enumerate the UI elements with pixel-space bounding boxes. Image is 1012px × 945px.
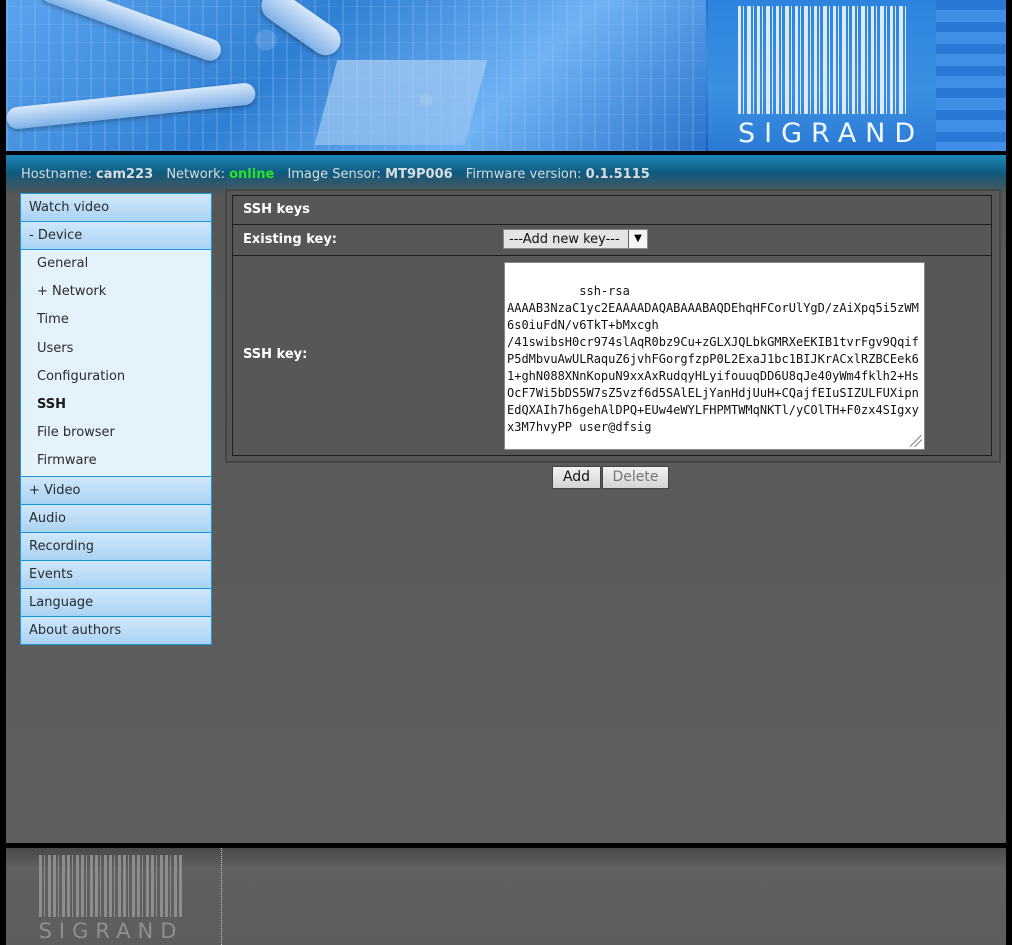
sidebar-item-about-authors[interactable]: About authors — [21, 616, 211, 644]
footer: SIGRAND — [6, 848, 1006, 945]
ssh-key-label: SSH key: — [243, 347, 308, 362]
header-banner: SIGRAND — [6, 0, 1006, 151]
header-stripes — [936, 0, 1006, 151]
brand-name: SIGRAND — [738, 118, 925, 149]
sidebar-item-users[interactable]: Users — [21, 334, 211, 363]
sidebar-item-file-browser[interactable]: File browser — [21, 419, 211, 448]
existing-key-select[interactable]: ---Add new key--- ▼ — [503, 229, 648, 249]
ssh-key-row: SSH key: ssh-rsa AAAAB3NzaC1yc2EAAAADAQA… — [233, 256, 991, 455]
sensor-value: MT9P006 — [385, 167, 453, 182]
footer-divider — [221, 848, 222, 945]
sidebar-item-watch-video[interactable]: Watch video — [21, 194, 211, 222]
existing-key-label: Existing key: — [243, 232, 338, 247]
ssh-key-textarea[interactable]: ssh-rsa AAAAB3NzaC1yc2EAAAADAQABAAABAQDE… — [504, 262, 925, 450]
ssh-keys-title: SSH keys — [233, 196, 991, 225]
sensor-label: Image Sensor: — [287, 167, 381, 182]
firmware-value: 0.1.5115 — [585, 167, 650, 182]
footer-barcode-graphic — [39, 855, 182, 917]
add-button[interactable]: Add — [552, 466, 601, 489]
sidebar-item-network[interactable]: + Network — [21, 278, 211, 307]
ssh-key-text: ssh-rsa AAAAB3NzaC1yc2EAAAADAQABAAABAQDE… — [507, 284, 919, 434]
chip-graphic — [314, 60, 488, 145]
status-bar: Hostname: cam223 Network: online Image S… — [21, 167, 650, 182]
sidebar-item-ssh[interactable]: SSH — [21, 390, 211, 420]
sidebar-item-video[interactable]: + Video — [21, 476, 211, 505]
sidebar-nav: Watch video - Device General + Network T… — [20, 193, 212, 645]
delete-button[interactable]: Delete — [602, 466, 669, 489]
sidebar-item-audio[interactable]: Audio — [21, 504, 211, 533]
network-status: online — [229, 167, 275, 182]
hostname-label: Hostname: — [21, 167, 92, 182]
barcode-graphic — [738, 6, 906, 114]
sigrand-logo: SIGRAND — [708, 0, 936, 151]
network-label: Network: — [166, 167, 225, 182]
sidebar-item-time[interactable]: Time — [21, 306, 211, 335]
resize-grip-icon[interactable] — [910, 435, 922, 447]
sidebar-item-language[interactable]: Language — [21, 588, 211, 617]
hostname-value: cam223 — [96, 167, 154, 182]
sidebar-item-recording[interactable]: Recording — [21, 532, 211, 561]
main-panel: Hostname: cam223 Network: online Image S… — [6, 155, 1006, 843]
content-area: SSH keys Existing key: ---Add new key---… — [225, 189, 1001, 463]
device-submenu: General + Network Time Users Configurati… — [21, 250, 211, 477]
sidebar-item-general[interactable]: General — [21, 250, 211, 279]
firmware-label: Firmware version: — [465, 167, 582, 182]
footer-brand-name: SIGRAND — [38, 919, 184, 943]
existing-key-row: Existing key: ---Add new key--- ▼ — [233, 225, 991, 256]
existing-key-selected-value: ---Add new key--- — [509, 232, 620, 247]
sidebar-item-device[interactable]: - Device — [21, 222, 211, 250]
sidebar-item-events[interactable]: Events — [21, 560, 211, 589]
dropdown-arrow-icon[interactable]: ▼ — [628, 230, 647, 248]
ssh-keys-table: SSH keys Existing key: ---Add new key---… — [232, 195, 992, 456]
sidebar-item-configuration[interactable]: Configuration — [21, 362, 211, 391]
sidebar-item-firmware[interactable]: Firmware — [21, 447, 211, 476]
